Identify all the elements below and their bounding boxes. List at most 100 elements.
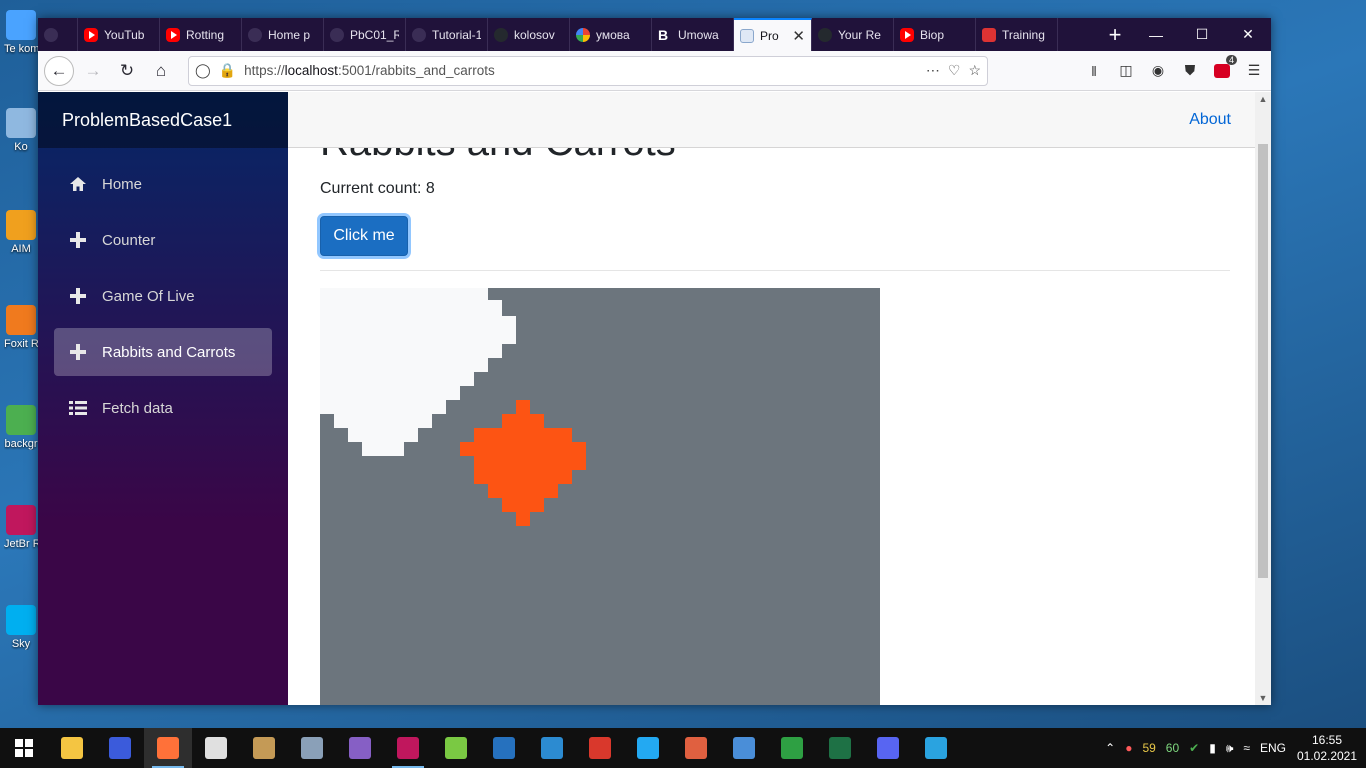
pocket-icon[interactable]: ♡ xyxy=(948,62,961,79)
nav-item-fetch-data[interactable]: Fetch data xyxy=(54,384,272,432)
taskbar-scissors[interactable] xyxy=(672,728,720,768)
taskbar-visual-studio[interactable] xyxy=(336,728,384,768)
nav-item-home[interactable]: Home xyxy=(54,160,272,208)
taskbar-excel[interactable] xyxy=(816,728,864,768)
start-button[interactable] xyxy=(0,728,48,768)
taskbar-save-app[interactable] xyxy=(96,728,144,768)
taskbar-firefox[interactable] xyxy=(144,728,192,768)
desktop-icon[interactable]: AIM xyxy=(4,210,38,255)
shield-icon[interactable]: ◯ xyxy=(195,62,211,79)
address-bar[interactable]: ◯ 🔒 https://localhost:5001/rabbits_and_c… xyxy=(188,55,988,86)
browser-tab[interactable]: Your Re xyxy=(812,18,894,51)
taskbar-notepad-green[interactable] xyxy=(768,728,816,768)
browser-tab[interactable]: B Umowa xyxy=(652,18,734,51)
browser-tab[interactable]: Tutorial-1-E xyxy=(406,18,488,51)
browser-tab[interactable]: kolosov xyxy=(488,18,570,51)
url-text[interactable]: https://localhost:5001/rabbits_and_carro… xyxy=(244,63,918,78)
language-indicator[interactable]: ENG xyxy=(1260,741,1286,755)
scrollbar-thumb[interactable] xyxy=(1258,144,1268,578)
tab-title: Umowa xyxy=(678,27,719,42)
browser-tab[interactable] xyxy=(38,18,78,51)
home-button[interactable]: ⌂ xyxy=(146,56,176,86)
about-link[interactable]: About xyxy=(1189,111,1231,129)
sidebar-icon[interactable]: ◫ xyxy=(1115,60,1137,82)
browser-tab[interactable]: Biop xyxy=(894,18,976,51)
clock[interactable]: 16:55 01.02.2021 xyxy=(1296,732,1358,764)
extension-icon[interactable]: 4 xyxy=(1211,54,1237,82)
file-explorer-icon xyxy=(61,737,83,759)
lock-icon[interactable]: 🔒 xyxy=(219,62,236,79)
taskbar-telegram[interactable] xyxy=(912,728,960,768)
github-icon xyxy=(412,27,426,42)
scroll-up-icon[interactable]: ▲ xyxy=(1255,94,1271,104)
browser-tab[interactable]: YouTub xyxy=(78,18,160,51)
rider-icon xyxy=(397,737,419,759)
taskbar-tool-green[interactable] xyxy=(432,728,480,768)
desktop-icon[interactable]: Sky xyxy=(4,605,38,650)
forward-button[interactable]: → xyxy=(78,56,108,86)
paint-icon xyxy=(205,737,227,759)
minimize-button[interactable]: — xyxy=(1133,18,1179,51)
desktop-icon-label: AIM xyxy=(11,243,31,255)
nav-item-counter[interactable]: Counter xyxy=(54,216,272,264)
taskbar-file-explorer[interactable] xyxy=(48,728,96,768)
taskbar-intellij[interactable] xyxy=(528,728,576,768)
discord-icon xyxy=(877,737,899,759)
library-icon[interactable]: ‖ xyxy=(1083,60,1105,82)
taskbar-paint[interactable] xyxy=(192,728,240,768)
network-icon[interactable]: ≈ xyxy=(1243,741,1250,755)
desktop-icon[interactable]: backgr xyxy=(4,405,38,450)
antivirus-icon[interactable]: ● xyxy=(1125,741,1132,755)
temp-gpu[interactable]: 60 xyxy=(1166,741,1179,755)
desktop-icon[interactable]: Foxit R xyxy=(4,305,38,350)
volume-icon[interactable]: 🕪 xyxy=(1226,741,1234,756)
taskbar-discord[interactable] xyxy=(864,728,912,768)
desktop-icon[interactable]: JetBr Rider 2 xyxy=(4,505,38,550)
github-icon xyxy=(330,27,344,42)
ublock-icon[interactable]: ⛊ xyxy=(1179,60,1201,82)
rabbit-cell xyxy=(320,358,488,372)
taskbar-packages[interactable] xyxy=(720,728,768,768)
github-icon xyxy=(818,27,832,42)
taskbar-rider[interactable] xyxy=(384,728,432,768)
taskbar-archive[interactable] xyxy=(240,728,288,768)
show-hidden-icons[interactable]: ⌃ xyxy=(1105,741,1115,755)
close-tab-icon[interactable]: ✕ xyxy=(792,27,805,45)
home-icon xyxy=(68,175,88,193)
rabbit-cell xyxy=(320,372,474,386)
vertical-scrollbar[interactable]: ▲ ▼ xyxy=(1255,92,1271,705)
close-window-button[interactable]: ✕ xyxy=(1225,18,1271,51)
click-me-button[interactable]: Click me xyxy=(320,216,408,256)
taskbar-settings-red[interactable] xyxy=(576,728,624,768)
menu-icon[interactable]: ☰ xyxy=(1243,60,1265,82)
browser-tab[interactable]: Home p xyxy=(242,18,324,51)
nav-item-game-of-live[interactable]: Game Of Live xyxy=(54,272,272,320)
bookmark-star-icon[interactable]: ☆ xyxy=(968,62,981,79)
nav-item-rabbits-and-carrots[interactable]: Rabbits and Carrots xyxy=(54,328,272,376)
brand-link[interactable]: ProblemBasedCase1 xyxy=(38,92,288,148)
back-button[interactable]: ← xyxy=(44,55,74,86)
tab-active[interactable]: Pro ✕ xyxy=(734,18,812,51)
page-actions-icon[interactable]: ⋯ xyxy=(926,62,940,79)
maximize-button[interactable]: ☐ xyxy=(1179,18,1225,51)
browser-tab[interactable]: Training xyxy=(976,18,1058,51)
new-tab-button[interactable]: + xyxy=(1097,18,1133,51)
github-icon xyxy=(248,27,262,42)
account-icon[interactable]: ◉ xyxy=(1147,60,1169,82)
desktop-icon[interactable]: Te kompu xyxy=(4,10,38,55)
taskbar-remote[interactable] xyxy=(288,728,336,768)
scroll-down-icon[interactable]: ▼ xyxy=(1255,693,1271,703)
game-field[interactable] xyxy=(320,288,880,705)
taskbar-powershell[interactable] xyxy=(480,728,528,768)
visual-studio-icon xyxy=(349,737,371,759)
battery-icon[interactable]: ▮ xyxy=(1209,741,1216,755)
browser-tab[interactable]: PbC01_Rab xyxy=(324,18,406,51)
check-icon[interactable]: ✔ xyxy=(1189,741,1199,755)
temp-cpu[interactable]: 59 xyxy=(1142,741,1155,755)
browser-tab[interactable]: умова xyxy=(570,18,652,51)
reload-button[interactable]: ↻ xyxy=(112,56,142,86)
desktop-icon[interactable]: Ko xyxy=(4,108,38,153)
taskbar-vscode[interactable] xyxy=(624,728,672,768)
browser-tab[interactable]: Rotting xyxy=(160,18,242,51)
carrot-cell xyxy=(516,512,530,526)
